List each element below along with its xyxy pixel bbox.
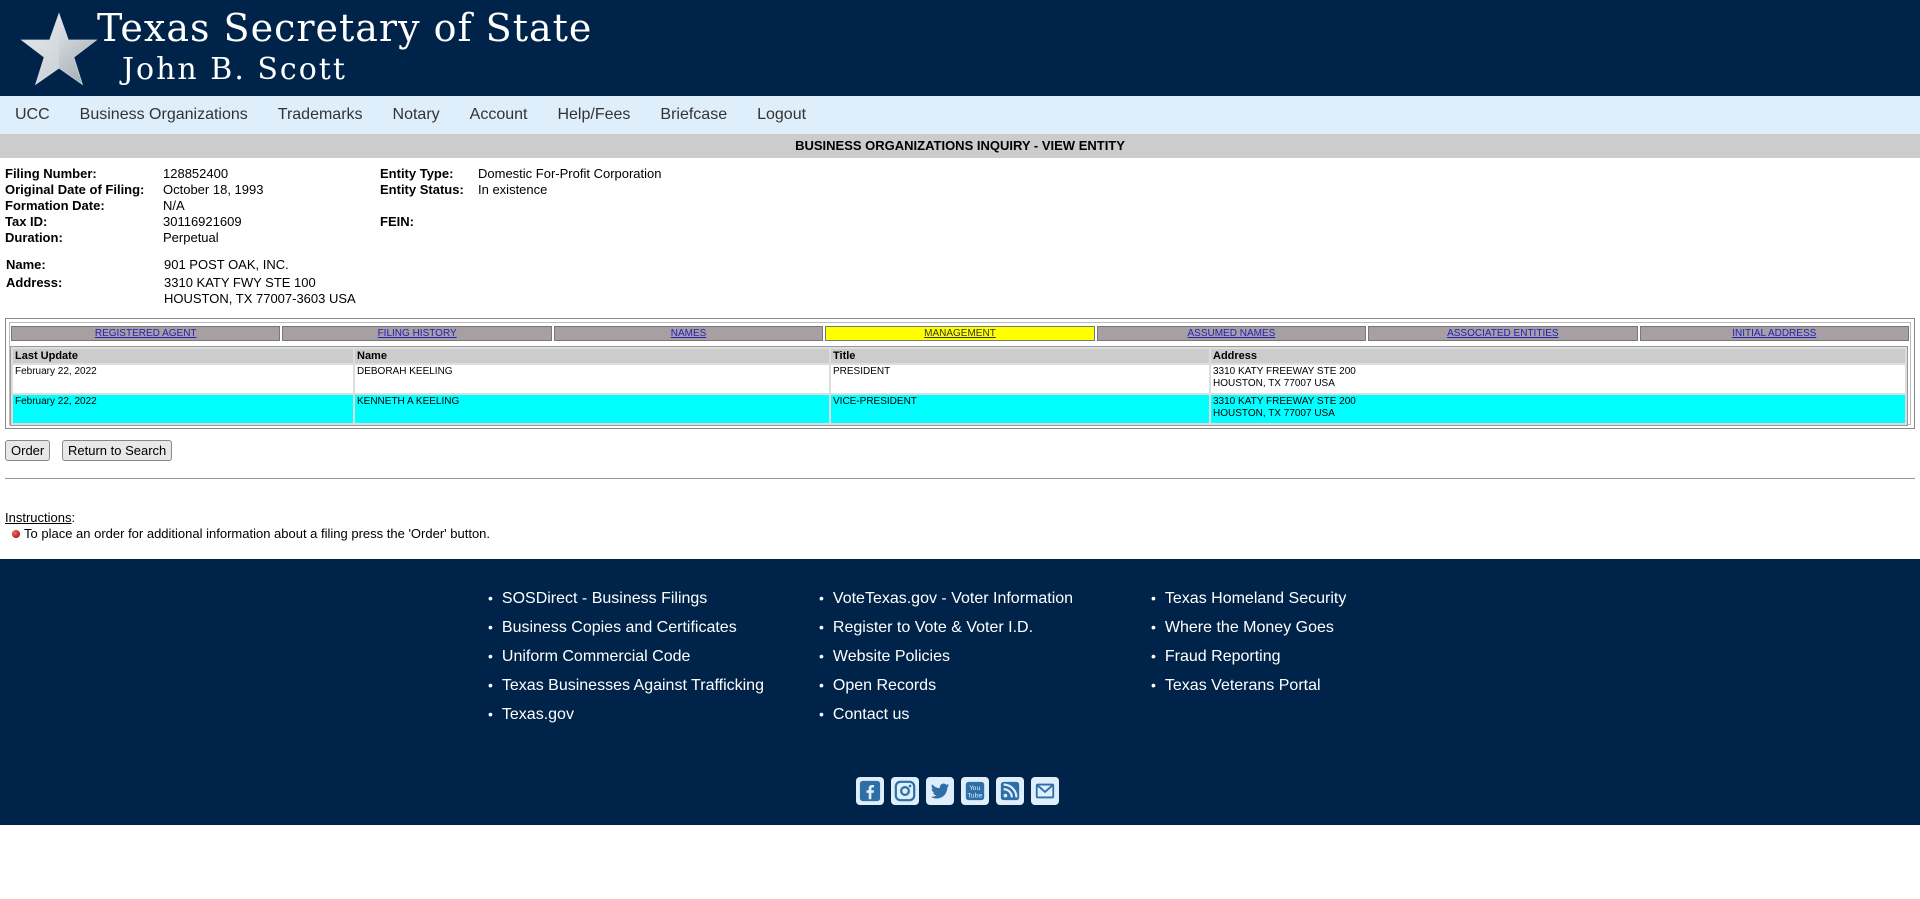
name-label: Name: — [6, 257, 46, 272]
footer-link[interactable]: Uniform Commercial Code — [488, 645, 764, 674]
main-nav: UCC Business Organizations Trademarks No… — [0, 96, 1920, 134]
address-line1: 3310 KATY FWY STE 100 — [164, 275, 316, 290]
duration-label: Duration: — [5, 230, 63, 245]
last-update-cell: February 22, 2022 — [13, 395, 353, 423]
tax-id-label: Tax ID: — [5, 214, 48, 229]
footer-links-col2: VoteTexas.gov - Voter Information Regist… — [819, 587, 1073, 732]
footer-link[interactable]: Texas Homeland Security — [1151, 587, 1346, 616]
address-line: HOUSTON, TX 77007 USA — [1213, 408, 1335, 419]
original-date-label: Original Date of Filing: — [5, 182, 145, 197]
rss-icon[interactable] — [996, 777, 1024, 805]
tab-filing-history[interactable]: FILING HISTORY — [282, 326, 552, 341]
email-icon[interactable] — [1031, 777, 1059, 805]
bullet-icon — [12, 530, 20, 538]
secretary-name: John B. Scott — [122, 52, 347, 87]
tax-id-value: 30116921609 — [163, 214, 242, 229]
footer-link[interactable]: Texas.gov — [488, 703, 764, 732]
footer-links-col3: Texas Homeland Security Where the Money … — [1151, 587, 1346, 703]
address-cell: 3310 KATY FREEWAY STE 200 HOUSTON, TX 77… — [1211, 365, 1905, 393]
table-row: February 22, 2022 DEBORAH KEELING PRESID… — [13, 365, 1905, 393]
footer-link[interactable]: VoteTexas.gov - Voter Information — [819, 587, 1073, 616]
filing-number-value: 128852400 — [163, 166, 229, 181]
formation-date-value: N/A — [163, 198, 185, 213]
site-footer: SOSDirect - Business Filings Business Co… — [0, 559, 1920, 825]
instagram-icon[interactable] — [891, 777, 919, 805]
name-cell: DEBORAH KEELING — [355, 365, 829, 393]
nav-notary[interactable]: Notary — [393, 106, 440, 124]
tab-management[interactable]: MANAGEMENT — [825, 326, 1095, 341]
footer-link[interactable]: Texas Veterans Portal — [1151, 674, 1346, 703]
column-header: Title — [831, 349, 1209, 363]
entity-status-value: In existence — [478, 182, 548, 197]
footer-link[interactable]: Fraud Reporting — [1151, 645, 1346, 674]
tab-assumed-names[interactable]: ASSUMED NAMES — [1096, 326, 1367, 341]
footer-link[interactable]: Website Policies — [819, 645, 1073, 674]
nav-ucc[interactable]: UCC — [15, 106, 50, 124]
tab-associated-entities[interactable]: ASSOCIATED ENTITIES — [1368, 326, 1638, 341]
entity-name-value: 901 POST OAK, INC. — [164, 257, 289, 272]
column-header: Last Update — [13, 349, 353, 363]
entity-status-label: Entity Status: — [380, 182, 464, 197]
footer-link[interactable]: Where the Money Goes — [1151, 616, 1346, 645]
address-cell: 3310 KATY FREEWAY STE 200 HOUSTON, TX 77… — [1211, 395, 1905, 423]
site-title: Texas Secretary of State — [97, 6, 593, 50]
tabs-row: REGISTERED AGENT FILING HISTORY NAMES MA… — [11, 326, 1909, 341]
return-to-search-button[interactable]: Return to Search — [62, 440, 173, 461]
last-update-cell: February 22, 2022 — [13, 365, 353, 393]
tab-names[interactable]: NAMES — [553, 326, 824, 341]
management-table: Last Update Name Title Address February … — [10, 346, 1908, 426]
nav-help-fees[interactable]: Help/Fees — [557, 106, 630, 124]
entity-type-label: Entity Type: — [380, 166, 454, 181]
tab-registered-agent[interactable]: REGISTERED AGENT — [11, 326, 281, 341]
fein-label: FEIN: — [380, 214, 414, 229]
footer-link[interactable]: Register to Vote & Voter I.D. — [819, 616, 1073, 645]
column-header: Address — [1211, 349, 1905, 363]
nav-logout[interactable]: Logout — [757, 106, 806, 124]
column-header: Name — [355, 349, 829, 363]
star-logo-icon — [20, 12, 98, 86]
facebook-icon[interactable] — [856, 777, 884, 805]
address-label: Address: — [6, 275, 63, 290]
footer-link[interactable]: SOSDirect - Business Filings — [488, 587, 764, 616]
twitter-icon[interactable] — [926, 777, 954, 805]
name-cell: KENNETH A KEELING — [355, 395, 829, 423]
original-date-value: October 18, 1993 — [163, 182, 264, 197]
page-title: BUSINESS ORGANIZATIONS INQUIRY - VIEW EN… — [0, 134, 1920, 158]
filing-number-label: Filing Number: — [5, 166, 97, 181]
formation-date-label: Formation Date: — [5, 198, 105, 213]
svg-text:Tube: Tube — [966, 791, 982, 799]
duration-value: Perpetual — [163, 230, 219, 245]
footer-link[interactable]: Business Copies and Certificates — [488, 616, 764, 645]
address-line: 3310 KATY FREEWAY STE 200 — [1213, 396, 1356, 407]
address-line2: HOUSTON, TX 77007-3603 USA — [164, 291, 356, 306]
footer-link[interactable]: Texas Businesses Against Trafficking — [488, 674, 764, 703]
social-links: You Tube — [856, 777, 1066, 805]
table-row: February 22, 2022 KENNETH A KEELING VICE… — [13, 395, 1905, 423]
instruction-text: To place an order for additional informa… — [24, 526, 491, 541]
address-line: 3310 KATY FREEWAY STE 200 — [1213, 366, 1356, 377]
nav-business-organizations[interactable]: Business Organizations — [80, 106, 248, 124]
title-cell: PRESIDENT — [831, 365, 1209, 393]
footer-link[interactable]: Open Records — [819, 674, 1073, 703]
footer-links-col1: SOSDirect - Business Filings Business Co… — [488, 587, 764, 732]
youtube-icon[interactable]: You Tube — [961, 777, 989, 805]
tab-initial-address[interactable]: INITIAL ADDRESS — [1639, 326, 1909, 341]
site-header: Texas Secretary of State John B. Scott — [0, 0, 1920, 96]
table-header-row: Last Update Name Title Address — [13, 349, 1905, 363]
order-button[interactable]: Order — [5, 440, 51, 461]
divider — [5, 478, 1915, 479]
instruction-item: To place an order for additional informa… — [12, 526, 490, 541]
entity-type-value: Domestic For-Profit Corporation — [478, 166, 662, 181]
nav-account[interactable]: Account — [470, 106, 528, 124]
address-line: HOUSTON, TX 77007 USA — [1213, 378, 1335, 389]
footer-link[interactable]: Contact us — [819, 703, 1073, 732]
instructions-heading: Instructions: — [5, 510, 76, 525]
nav-trademarks[interactable]: Trademarks — [278, 106, 363, 124]
nav-briefcase[interactable]: Briefcase — [660, 106, 727, 124]
title-cell: VICE-PRESIDENT — [831, 395, 1209, 423]
